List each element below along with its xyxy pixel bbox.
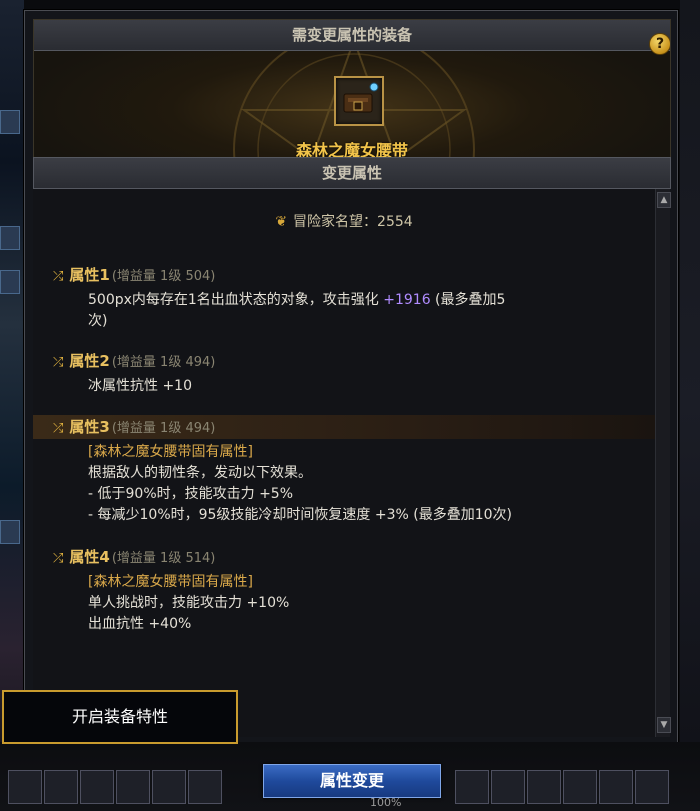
attribute-meta: (增益量 1级 504) xyxy=(111,269,216,284)
fame-crest-icon: ❦ xyxy=(275,214,288,230)
hud-chip xyxy=(0,110,20,134)
scroll-down-arrow-icon[interactable]: ▼ xyxy=(657,717,671,733)
adventurer-fame: ❦ 冒险家名望：2554 xyxy=(33,211,655,231)
attribute-name: 属性3 xyxy=(69,418,110,436)
line-value: +1916 xyxy=(383,292,431,308)
skill-slot[interactable] xyxy=(527,770,561,804)
attribute-meta: (增益量 1级 514) xyxy=(111,551,216,566)
attribute-line: - 每减少10%时，95级技能冷却时间恢复速度 +3% (最多叠加10次) xyxy=(88,504,512,524)
scrollbar[interactable]: ▲ ▼ xyxy=(655,189,671,737)
panel-header: 需变更属性的装备 xyxy=(34,20,670,51)
line-text: (最多叠加5 xyxy=(430,292,506,308)
line-text: 500px内每存在1名出血状态的对象，攻击强化 xyxy=(88,292,384,308)
scroll-up-arrow-icon[interactable]: ▲ xyxy=(657,192,671,208)
attribute-line: 次) xyxy=(88,310,107,330)
enable-equipment-feature-button[interactable]: 开启装备特性 xyxy=(2,690,238,744)
line-text: 出血抗性 +40% xyxy=(88,616,192,632)
attribute-line: - 低于90%时，技能攻击力 +5% xyxy=(88,483,293,503)
skill-slot[interactable] xyxy=(8,770,42,804)
line-text: [森林之魔女腰带固有属性] xyxy=(88,444,253,460)
line-text: - 低于90%时，技能攻击力 +5% xyxy=(88,486,294,502)
attribute-title: ⤮ 属性3 (增益量 1级 494) xyxy=(53,415,215,439)
line-text: 根据敌人的韧性条，发动以下效果。 xyxy=(88,465,312,481)
shuffle-icon: ⤮ xyxy=(53,551,64,566)
skill-slot[interactable] xyxy=(44,770,78,804)
line-text: 次) xyxy=(88,313,108,329)
attribute-title: ⤮ 属性1 (增益量 1级 504) xyxy=(53,263,215,287)
attribute-entry[interactable]: ⤮ 属性4 (增益量 1级 514) [森林之魔女腰带固有属性] 单人挑战时，技能攻… xyxy=(33,545,655,639)
attribute-line: 出血抗性 +40% xyxy=(88,613,191,633)
skill-slot[interactable] xyxy=(116,770,150,804)
attribute-line: 500px内每存在1名出血状态的对象，攻击强化 +1916 (最多叠加5 xyxy=(88,289,505,309)
attribute-meta: (增益量 1级 494) xyxy=(111,355,216,370)
shuffle-icon: ⤮ xyxy=(53,421,64,436)
skill-slot[interactable] xyxy=(80,770,114,804)
belt-icon xyxy=(343,82,379,113)
attribute-name: 属性1 xyxy=(69,266,110,284)
attribute-line: [森林之魔女腰带固有属性] xyxy=(88,571,253,591)
percent-label: 100% xyxy=(370,796,402,809)
attribute-title: ⤮ 属性4 (增益量 1级 514) xyxy=(53,545,215,569)
equipment-panel: 需变更属性的装备 ? 森林之魔女腰带 xyxy=(33,19,671,169)
attribute-entry-selected[interactable]: ⤮ 属性3 (增益量 1级 494) [森林之魔女腰带固有属性] 根据敌人的韧性条，… xyxy=(33,415,655,531)
attribute-change-window: 需变更属性的装备 ? 森林之魔女腰带 变更属性 ❦ 冒险家名望：2554 ⤮ 属性1… xyxy=(24,10,678,744)
shuffle-icon: ⤮ xyxy=(53,355,64,370)
line-text: 冰属性抗性 +10 xyxy=(88,378,192,394)
line-text: [森林之魔女腰带固有属性] xyxy=(88,574,253,590)
equipment-slot[interactable] xyxy=(334,76,384,126)
attribute-line: 冰属性抗性 +10 xyxy=(88,375,192,395)
attribute-line: [森林之魔女腰带固有属性] xyxy=(88,441,253,461)
skill-slot[interactable] xyxy=(563,770,597,804)
skill-slot[interactable] xyxy=(455,770,489,804)
skill-slot[interactable] xyxy=(635,770,669,804)
hud-chip xyxy=(0,270,20,294)
hud-chip xyxy=(0,520,20,544)
section-header: 变更属性 xyxy=(33,157,671,189)
line-text: - 每减少10%时，95级技能冷却时间恢复速度 +3% (最多叠加10次) xyxy=(88,507,513,523)
background-scenery-right xyxy=(680,0,700,811)
attribute-line: 单人挑战时，技能攻击力 +10% xyxy=(88,592,289,612)
skill-slot[interactable] xyxy=(599,770,633,804)
skill-slot[interactable] xyxy=(188,770,222,804)
skill-slot[interactable] xyxy=(491,770,525,804)
help-icon[interactable]: ? xyxy=(649,33,670,55)
attribute-change-button[interactable]: 属性变更 xyxy=(263,764,441,798)
attribute-meta: (增益量 1级 494) xyxy=(111,421,216,436)
attribute-title: ⤮ 属性2 (增益量 1级 494) xyxy=(53,349,215,373)
line-text: 单人挑战时，技能攻击力 +10% xyxy=(88,595,290,611)
fame-label: 冒险家名望：2554 xyxy=(293,214,413,230)
skill-slot[interactable] xyxy=(152,770,186,804)
attribute-name: 属性4 xyxy=(69,548,110,566)
shuffle-icon: ⤮ xyxy=(53,269,64,284)
attribute-line: 根据敌人的韧性条，发动以下效果。 xyxy=(88,462,312,482)
attribute-entry[interactable]: ⤮ 属性1 (增益量 1级 504) 500px内每存在1名出血状态的对象，攻击强化… xyxy=(33,263,655,335)
attribute-entry[interactable]: ⤮ 属性2 (增益量 1级 494) 冰属性抗性 +10 xyxy=(33,349,655,399)
hud-chip xyxy=(0,226,20,250)
attribute-list: ❦ 冒险家名望：2554 ⤮ 属性1 (增益量 1级 504) 500px内每存在1名… xyxy=(33,189,655,737)
attribute-name: 属性2 xyxy=(69,352,110,370)
